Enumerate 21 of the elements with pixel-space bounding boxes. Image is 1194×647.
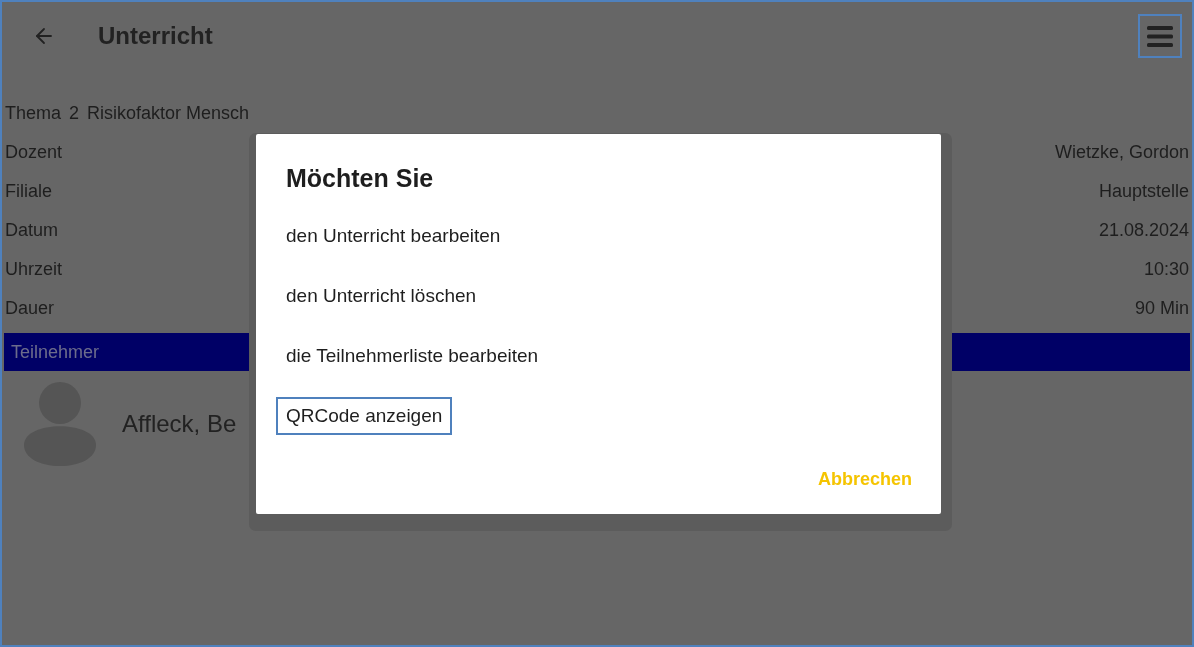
- participant-name: Affleck, Be: [122, 409, 237, 439]
- dialog-title: Möchten Sie: [286, 163, 434, 193]
- detail-label: Datum: [5, 219, 58, 242]
- dialog-option[interactable]: QRCode anzeigen: [276, 397, 453, 435]
- topic-number: 2: [69, 102, 80, 125]
- detail-value: 21.08.2024: [1098, 219, 1189, 242]
- detail-label: Dauer: [5, 297, 55, 320]
- detail-value: Wietzke, Gordon: [1054, 141, 1189, 164]
- dialog-option[interactable]: den Unterricht löschen: [276, 277, 487, 315]
- detail-label: Uhrzeit: [5, 258, 62, 281]
- detail-label: Filiale: [5, 180, 52, 203]
- topic-title: Risikofaktor Mensch: [87, 102, 250, 125]
- detail-value: 90 Min: [1134, 297, 1189, 320]
- detail-value: Hauptstelle: [1098, 180, 1189, 203]
- menu-button[interactable]: [1138, 14, 1182, 58]
- detail-label: Dozent: [5, 141, 63, 164]
- page-title: Unterricht: [98, 21, 213, 51]
- dialog-option[interactable]: den Unterricht bearbeiten: [276, 217, 511, 255]
- topic-label: Thema: [5, 102, 62, 125]
- detail-value: 10:30: [1143, 258, 1189, 281]
- menu-icon: [1147, 25, 1173, 47]
